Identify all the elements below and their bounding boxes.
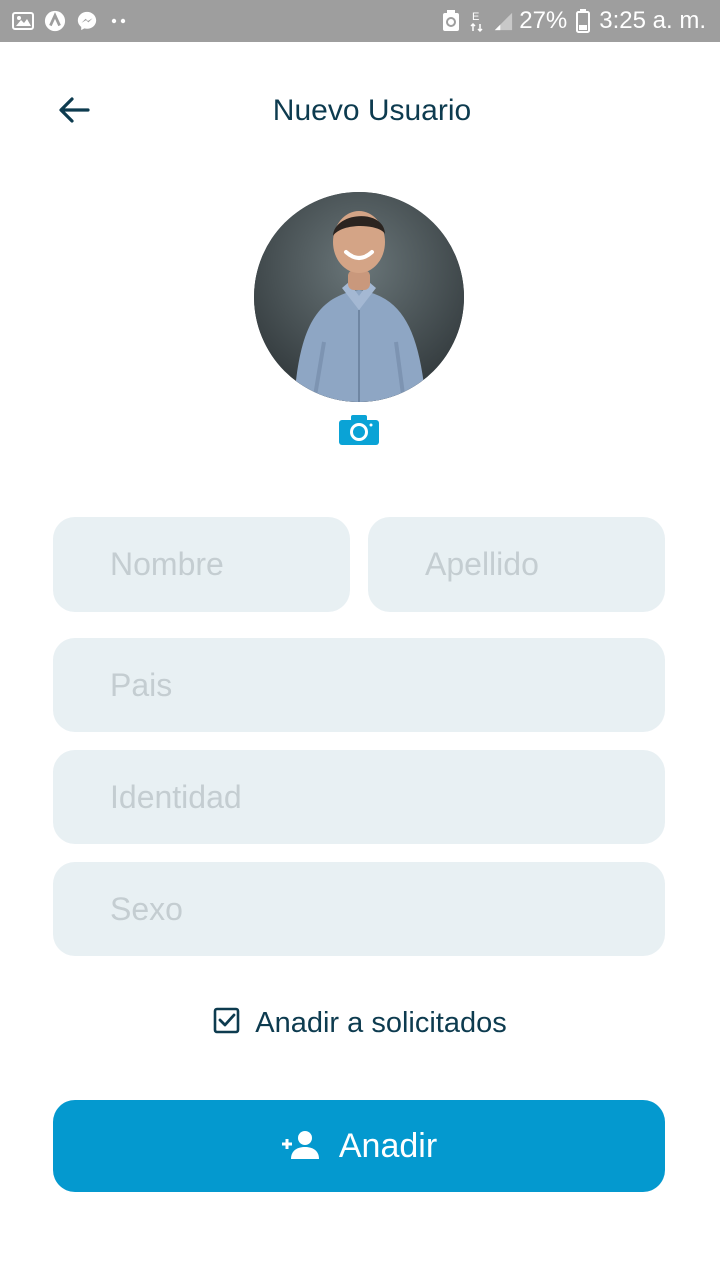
clock: 3:25 a. m.: [599, 7, 706, 34]
sexo-input[interactable]: [53, 862, 665, 956]
sexo-field[interactable]: [53, 862, 665, 956]
change-photo-button[interactable]: [338, 414, 380, 446]
identidad-input[interactable]: [53, 750, 665, 844]
identidad-field[interactable]: [53, 750, 665, 844]
svg-text:E: E: [472, 11, 479, 23]
status-bar: E 27% 3:25 a. m.: [0, 0, 720, 42]
checkbox-checked-icon[interactable]: [213, 1007, 241, 1040]
profile-avatar[interactable]: [254, 192, 464, 402]
network-e-icon: E: [467, 9, 487, 33]
person-add-icon: [281, 1130, 321, 1163]
nombre-input[interactable]: [53, 517, 350, 612]
dots-icon: [108, 10, 130, 32]
nombre-field[interactable]: [53, 517, 350, 612]
battery-icon: [573, 9, 593, 33]
add-button-label: Anadir: [338, 1126, 438, 1165]
pais-field[interactable]: [53, 638, 665, 732]
apellido-input[interactable]: [368, 517, 665, 612]
recycle-icon: [441, 9, 461, 33]
image-icon: [12, 10, 34, 32]
app-header: Nuevo Usuario: [0, 70, 720, 150]
apellido-field[interactable]: [368, 517, 665, 612]
battery-percent: 27%: [519, 7, 568, 34]
pais-input[interactable]: [53, 638, 665, 732]
status-left: [0, 10, 130, 32]
app-icon: [44, 10, 66, 32]
solicitados-checkbox-row[interactable]: Anadir a solicitados: [0, 1000, 720, 1046]
camera-icon: [338, 415, 380, 450]
messenger-icon: [76, 10, 98, 32]
status-right: E 27% 3:25 a. m.: [441, 9, 720, 33]
checkbox-label: Anadir a solicitados: [255, 1006, 507, 1039]
page-title: Nuevo Usuario: [272, 94, 472, 127]
add-user-button[interactable]: Anadir: [53, 1100, 665, 1192]
signal-icon: [493, 9, 513, 33]
